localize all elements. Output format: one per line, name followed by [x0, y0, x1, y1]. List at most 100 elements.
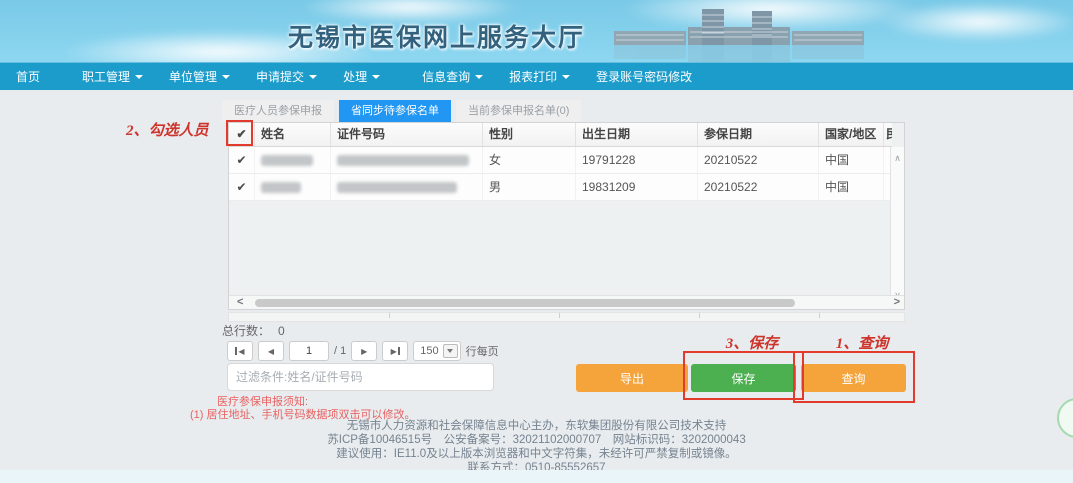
row-checkbox[interactable]: ✔	[229, 174, 255, 200]
tick-mark	[389, 313, 390, 318]
nav-item-account-password[interactable]: 登录账号密码修改	[590, 68, 698, 85]
footer-line: 无锡市人力资源和社会保障信息中心主办，东软集团股份有限公司技术支持	[0, 419, 1073, 433]
chevron-down-icon	[447, 349, 453, 353]
total-rows-label: 总行数：	[222, 324, 270, 338]
redacted-text	[261, 155, 313, 166]
column-header-enroll-date: 参保日期	[698, 123, 819, 146]
tab-current-declare-list[interactable]: 当前参保申报名单(0)	[456, 100, 581, 122]
export-button[interactable]: 导出	[576, 364, 688, 392]
page-size-select[interactable]: 150	[413, 341, 460, 361]
cell-enroll-date: 20210522	[698, 147, 819, 173]
chevron-down-icon	[222, 75, 230, 79]
nav-item-processing[interactable]: 处理	[337, 68, 386, 85]
tab-province-sync-pending[interactable]: 省同步待参保名单	[339, 100, 451, 122]
chevron-down-icon	[475, 75, 483, 79]
nav-item-employee-mgmt[interactable]: 职工管理	[76, 68, 149, 85]
vertical-scrollbar[interactable]: ∧ ∨	[890, 147, 904, 307]
annotation-step1: 1、查询	[810, 332, 914, 353]
table-row[interactable]: ✔ 女 19791228 20210522 中国	[229, 147, 892, 174]
last-page-button[interactable]: ▶	[382, 341, 408, 361]
app-window: 无锡市医保网上服务大厅 首页 职工管理 单位管理 申请提交 处理 信息查询 报表…	[0, 0, 1073, 483]
bar-icon	[235, 347, 237, 355]
table-header-row: ✔ 姓名 证件号码 性别 出生日期 参保日期 国家/地区 民族	[229, 123, 892, 147]
column-header-id-number: 证件号码	[331, 123, 483, 146]
chevron-down-icon	[562, 75, 570, 79]
chevron-down-icon	[135, 75, 143, 79]
check-icon: ✔	[236, 154, 246, 166]
cell-birth-date: 19791228	[576, 147, 698, 173]
redacted-text	[337, 155, 469, 166]
scrollbar-thumb[interactable]	[255, 299, 795, 307]
page-number-input[interactable]	[289, 341, 329, 361]
bottom-strip	[0, 470, 1073, 483]
footer-line: 建议使用：IE11.0及以上版本浏览器和中文字符集，未经许可严禁复制或镜像。	[0, 447, 1073, 461]
city-skyline-image	[612, 6, 877, 62]
pending-insured-table: ✔ 姓名 证件号码 性别 出生日期 参保日期 国家/地区 民族 ✔ 女 1979…	[228, 122, 905, 310]
chevron-down-icon	[309, 75, 317, 79]
cell-name-redacted	[255, 147, 331, 173]
check-icon: ✔	[236, 127, 246, 141]
column-header-ethnicity-clipped: 民族	[884, 123, 892, 146]
page-size-value: 150	[420, 345, 438, 357]
main-navigation: 首页 职工管理 单位管理 申请提交 处理 信息查询 报表打印 登录账号密码修改	[0, 62, 1073, 90]
column-header-birth-date: 出生日期	[576, 123, 698, 146]
first-page-button[interactable]: ◀	[227, 341, 253, 361]
notice-title: 医疗参保申报须知:	[217, 396, 416, 409]
redacted-text	[337, 182, 457, 193]
select-all-checkbox[interactable]: ✔	[229, 123, 255, 146]
total-rows: 总行数： 0	[222, 322, 285, 339]
cell-gender: 女	[483, 147, 576, 173]
site-banner: 无锡市医保网上服务大厅	[0, 0, 1073, 62]
prev-icon: ◀	[268, 347, 274, 356]
check-icon: ✔	[236, 181, 246, 193]
grid-footer-strip	[228, 312, 905, 322]
nav-item-report-print[interactable]: 报表打印	[503, 68, 576, 85]
next-page-button[interactable]: ▶	[351, 341, 377, 361]
cell-country: 中国	[819, 174, 884, 200]
cell-name-redacted	[255, 174, 331, 200]
prev-page-button[interactable]: ◀	[258, 341, 284, 361]
next-icon: ▶	[391, 347, 397, 356]
tab-bar: 医疗人员参保申报 省同步待参保名单 当前参保申报名单(0)	[222, 100, 586, 122]
cell-id-redacted	[331, 174, 483, 200]
next-icon: ▶	[361, 347, 367, 356]
page-title: 无锡市医保网上服务大厅	[288, 18, 585, 54]
tick-mark	[699, 313, 700, 318]
nav-item-unit-mgmt[interactable]: 单位管理	[163, 68, 236, 85]
redacted-text	[261, 182, 301, 193]
nav-item-info-query[interactable]: 信息查询	[416, 68, 489, 85]
cloud-decoration	[880, 2, 1073, 42]
site-footer: 无锡市人力资源和社会保障信息中心主办，东软集团股份有限公司技术支持 苏ICP备1…	[0, 419, 1073, 475]
nav-item-homepage[interactable]: 首页	[10, 68, 46, 85]
cell-enroll-date: 20210522	[698, 174, 819, 200]
scroll-up-icon[interactable]: ∧	[891, 153, 904, 164]
pagination-bar: ◀ ◀ / 1 ▶ ▶ 150 行每页	[227, 340, 499, 362]
bar-icon	[398, 347, 400, 355]
column-header-gender: 性别	[483, 123, 576, 146]
cell-gender: 男	[483, 174, 576, 200]
table-row[interactable]: ✔ 男 19831209 20210522 中国	[229, 174, 892, 201]
column-header-name: 姓名	[255, 123, 331, 146]
chevron-down-icon	[372, 75, 380, 79]
cell-birth-date: 19831209	[576, 174, 698, 200]
row-checkbox[interactable]: ✔	[229, 147, 255, 173]
cell-country: 中国	[819, 147, 884, 173]
filter-input[interactable]	[227, 363, 494, 391]
dropdown-caret-box	[443, 344, 458, 358]
horizontal-scrollbar[interactable]: < >	[229, 295, 904, 309]
annotation-step2: 2、勾选人员	[126, 119, 209, 140]
query-button[interactable]: 查询	[801, 364, 906, 392]
save-button[interactable]: 保存	[691, 364, 796, 392]
annotation-step3: 3、保存	[700, 332, 804, 353]
nav-item-application-submit[interactable]: 申请提交	[250, 68, 323, 85]
total-rows-value: 0	[278, 324, 285, 338]
tab-medical-staff-declare[interactable]: 医疗人员参保申报	[222, 100, 334, 122]
scroll-right-icon[interactable]: >	[894, 296, 900, 309]
cell-id-redacted	[331, 147, 483, 173]
page-total-label: / 1	[334, 345, 346, 357]
column-header-country: 国家/地区	[819, 123, 884, 146]
tick-mark	[559, 313, 560, 318]
scroll-left-icon[interactable]: <	[237, 296, 243, 309]
tick-mark	[819, 313, 820, 318]
prev-icon: ◀	[238, 347, 244, 356]
